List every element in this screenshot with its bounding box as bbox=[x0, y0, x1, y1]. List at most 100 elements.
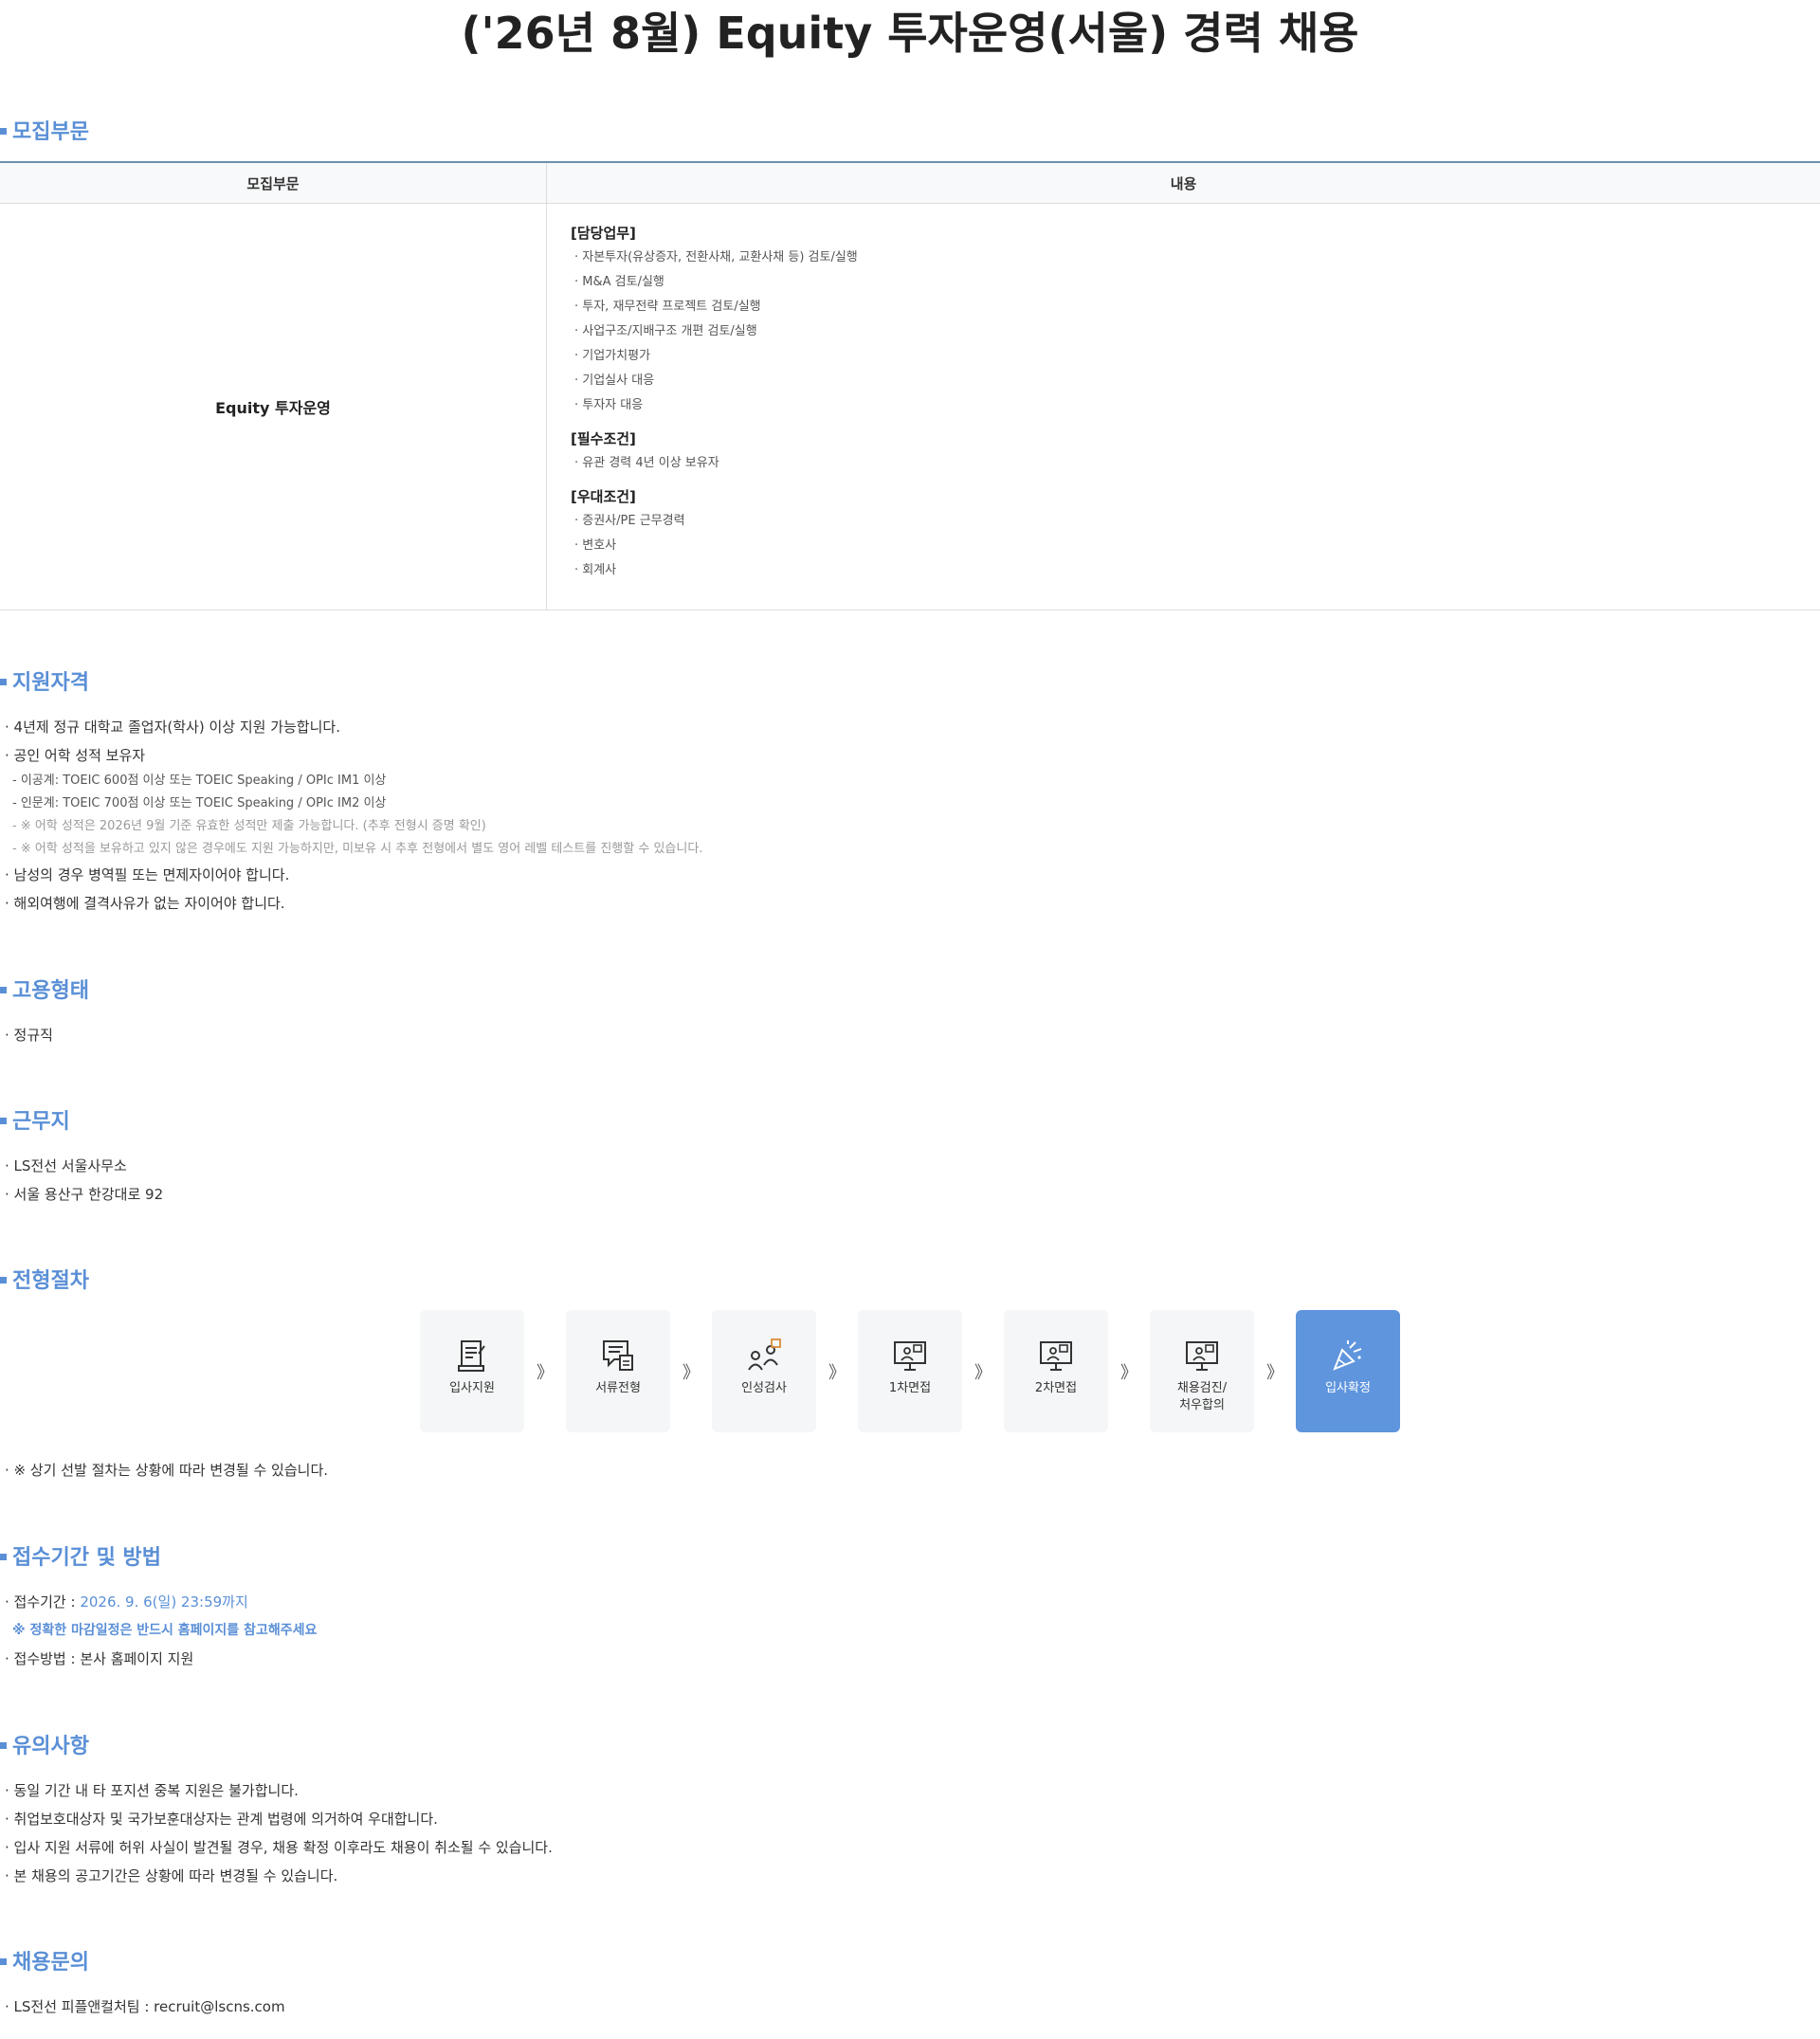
table-header-division: 모집부문 bbox=[0, 163, 547, 203]
required-group: [필수조건] · 유관 경력 4년 이상 보유자 bbox=[571, 427, 1820, 476]
table-header-row: 모집부문 내용 bbox=[0, 163, 1820, 204]
step-apply: 입사지원 bbox=[420, 1310, 524, 1432]
list-item: · 서울 용산구 한강대로 92 bbox=[5, 1186, 164, 1203]
job-posting-page: ('26년 8월) Equity 투자운영(서울) 경력 채용 모집부문 모집부… bbox=[0, 0, 1820, 2039]
process-note: · ※ 상기 선발 절차는 상황에 따라 변경될 수 있습니다. bbox=[5, 1456, 328, 1484]
list-item: · 공인 어학 성적 보유자 bbox=[5, 747, 146, 764]
step-document-review: 서류전형 bbox=[566, 1310, 670, 1432]
bullet-square-icon bbox=[0, 678, 7, 685]
list-item: · 투자자 대응 bbox=[574, 398, 644, 412]
list-item: · 정규직 bbox=[5, 1027, 53, 1044]
document-pen-icon bbox=[458, 1340, 485, 1372]
contact-list: · LS전선 피플앤컬처팀 : recruit@lscns.com bbox=[5, 1993, 285, 2021]
list-item: · 사업구조/지배구조 개편 검토/실행 bbox=[574, 324, 757, 338]
group-title: [담당업무] bbox=[571, 225, 636, 242]
step-arrow-icon: 》 bbox=[1266, 1362, 1283, 1383]
sub-note: - ※ 어학 성적은 2026년 9월 기준 유효한 성적만 제출 가능합니다.… bbox=[12, 819, 486, 833]
bullet-square-icon bbox=[0, 127, 7, 135]
monitor-interview-icon bbox=[1040, 1341, 1072, 1371]
section-heading-qualification: 지원자격 bbox=[0, 668, 89, 699]
application-method: · 접수방법 : 본사 홈페이지 지원 bbox=[5, 1650, 194, 1667]
list-item: · LS전선 서울사무소 bbox=[5, 1157, 127, 1174]
step-label: 인성검사 bbox=[741, 1381, 787, 1395]
step-arrow-icon: 》 bbox=[537, 1362, 554, 1383]
step-label: 채용검진/ 처우합의 bbox=[1176, 1381, 1228, 1412]
step-label: 입사지원 bbox=[449, 1381, 495, 1395]
step-second-interview: 2차면접 bbox=[1004, 1310, 1108, 1432]
list-item: · 유관 경력 4년 이상 보유자 bbox=[574, 456, 719, 470]
bullet-square-icon bbox=[0, 986, 7, 993]
section-heading-process: 전형절차 bbox=[0, 1266, 89, 1297]
section-heading-text: 모집부문 bbox=[12, 120, 89, 144]
section-heading-recruit: 모집부문 bbox=[0, 118, 89, 148]
content-cell: [담당업무] · 자본투자(유상증자, 전환사채, 교환사채 등) 검토/실행 … bbox=[547, 204, 1820, 610]
period-label: · 접수기간 : bbox=[5, 1593, 81, 1611]
sub-note: - ※ 어학 성적을 보유하고 있지 않은 경우에도 지원 가능하지만, 미보유… bbox=[12, 842, 703, 856]
duty-group: [담당업무] · 자본투자(유상증자, 전환사채, 교환사채 등) 검토/실행 … bbox=[571, 221, 1820, 418]
period-value: 2026. 9. 6(일) 23:59까지 bbox=[80, 1593, 248, 1611]
list-item: · M&A 검토/실행 bbox=[574, 275, 664, 289]
list-item: · 남성의 경우 병역필 또는 면제자이어야 합니다. bbox=[5, 866, 290, 883]
qualification-list: · 4년제 정규 대학교 졸업자(학사) 이상 지원 가능합니다. · 공인 어… bbox=[5, 713, 702, 918]
bullet-square-icon bbox=[0, 1117, 7, 1124]
list-item: · 변호사 bbox=[574, 538, 617, 553]
list-item: · 증권사/PE 근무경력 bbox=[574, 514, 685, 528]
step-personality-test: 인성검사 bbox=[712, 1310, 816, 1432]
step-medical-offer: 채용검진/ 처우합의 bbox=[1150, 1310, 1254, 1432]
step-arrow-icon: 》 bbox=[828, 1362, 846, 1383]
process-steps: 입사지원 》 서류전형 》 인성검사 》 1차면접 》 2차면접 》 채용검진/… bbox=[420, 1310, 1400, 1432]
section-heading-text: 접수기간 및 방법 bbox=[12, 1546, 161, 1570]
application-period: · 접수기간 : 2026. 9. 6(일) 23:59까지 bbox=[5, 1588, 317, 1616]
people-test-icon bbox=[748, 1338, 781, 1371]
list-item: · 동일 기간 내 타 포지션 중복 지원은 불가합니다. bbox=[5, 1782, 299, 1799]
employment-list: · 정규직 bbox=[5, 1021, 53, 1049]
sub-item: - 이공계: TOEIC 600점 이상 또는 TOEIC Speaking /… bbox=[12, 774, 387, 788]
section-heading-contact: 채용문의 bbox=[0, 1948, 89, 1978]
monitor-interview-icon bbox=[1186, 1341, 1218, 1371]
process-note-text: · ※ 상기 선발 절차는 상황에 따라 변경될 수 있습니다. bbox=[5, 1462, 329, 1479]
party-popper-icon bbox=[1333, 1340, 1362, 1371]
section-heading-text: 고용형태 bbox=[12, 979, 89, 1003]
group-title: [필수조건] bbox=[571, 430, 636, 447]
location-list: · LS전선 서울사무소 · 서울 용산구 한강대로 92 bbox=[5, 1152, 163, 1209]
section-heading-application: 접수기간 및 방법 bbox=[0, 1543, 161, 1574]
group-title: [우대조건] bbox=[571, 488, 636, 505]
step-arrow-icon: 》 bbox=[974, 1362, 992, 1383]
section-heading-text: 전형절차 bbox=[12, 1269, 89, 1293]
notes-list: · 동일 기간 내 타 포지션 중복 지원은 불가합니다. · 취업보호대상자 … bbox=[5, 1776, 553, 1890]
list-item: · 투자, 재무전략 프로젝트 검토/실행 bbox=[574, 300, 761, 314]
deadline-notice: ※ 정확한 마감일정은 반드시 홈페이지를 참고해주세요 bbox=[12, 1623, 318, 1638]
monitor-interview-icon bbox=[894, 1341, 926, 1371]
section-heading-text: 채용문의 bbox=[12, 1951, 89, 1975]
step-label: 2차면접 bbox=[1034, 1381, 1078, 1395]
bullet-square-icon bbox=[0, 1276, 7, 1283]
application-list: · 접수기간 : 2026. 9. 6(일) 23:59까지 ※ 정확한 마감일… bbox=[5, 1588, 317, 1673]
section-heading-text: 근무지 bbox=[12, 1110, 70, 1134]
preferred-group: [우대조건] · 증권사/PE 근무경력 · 변호사 · 회계사 bbox=[571, 484, 1820, 583]
division-cell: Equity 투자운영 bbox=[0, 204, 547, 610]
list-item: · 4년제 정규 대학교 졸업자(학사) 이상 지원 가능합니다. bbox=[5, 719, 340, 736]
chat-document-icon bbox=[603, 1340, 633, 1371]
list-item: · 자본투자(유상증자, 전환사채, 교환사채 등) 검토/실행 bbox=[574, 250, 858, 264]
step-label: 서류전형 bbox=[595, 1381, 641, 1395]
bullet-square-icon bbox=[0, 1741, 7, 1749]
section-heading-text: 유의사항 bbox=[12, 1735, 89, 1758]
list-item: · 기업실사 대응 bbox=[574, 373, 655, 388]
step-label: 입사확정 bbox=[1325, 1381, 1371, 1395]
section-heading-text: 지원자격 bbox=[12, 671, 89, 695]
sub-item: - 인문계: TOEIC 700점 이상 또는 TOEIC Speaking /… bbox=[12, 796, 387, 810]
section-heading-employment: 고용형태 bbox=[0, 976, 89, 1007]
list-item: · 기업가치평가 bbox=[574, 349, 651, 363]
list-item: · 입사 지원 서류에 허위 사실이 발견될 경우, 채용 확정 이후라도 채용… bbox=[5, 1839, 553, 1856]
list-item: · 회계사 bbox=[574, 563, 617, 577]
list-item: · 취업보호대상자 및 국가보훈대상자는 관계 법령에 의거하여 우대합니다. bbox=[5, 1811, 438, 1828]
step-arrow-icon: 》 bbox=[682, 1362, 700, 1383]
bullet-square-icon bbox=[0, 1553, 7, 1560]
list-item: · 본 채용의 공고기간은 상황에 따라 변경될 수 있습니다. bbox=[5, 1867, 338, 1884]
bullet-square-icon bbox=[0, 1957, 7, 1965]
step-hire-confirmed: 입사확정 bbox=[1296, 1310, 1400, 1432]
table-row: Equity 투자운영 [담당업무] · 자본투자(유상증자, 전환사채, 교환… bbox=[0, 204, 1820, 610]
contact-email: · LS전선 피플앤컬처팀 : recruit@lscns.com bbox=[5, 1998, 285, 2015]
step-first-interview: 1차면접 bbox=[858, 1310, 962, 1432]
page-title: ('26년 8월) Equity 투자운영(서울) 경력 채용 bbox=[461, 8, 1359, 59]
